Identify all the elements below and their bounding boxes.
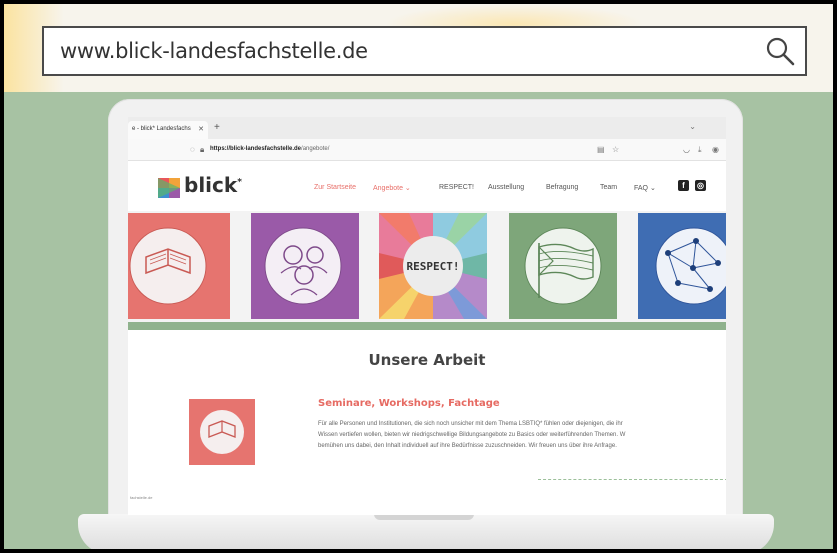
dashed-divider: [538, 479, 726, 480]
url-path: /angebote/: [301, 146, 330, 152]
logo-icon[interactable]: [158, 178, 180, 198]
shield-icon[interactable]: ◌: [190, 145, 195, 154]
account-icon[interactable]: ◉: [712, 145, 719, 154]
search-icon: [766, 37, 795, 66]
logo-word: blick: [184, 173, 238, 197]
card-thumbnail[interactable]: [189, 399, 255, 465]
logo-text[interactable]: blick*: [184, 173, 242, 197]
logo-asterisk: *: [237, 177, 242, 188]
card-text-line: Wissen vertiefen wollen, bieten wir nied…: [318, 432, 626, 438]
card-body: Für alle Personen und Institutionen, die…: [318, 419, 726, 452]
hero-tile-team[interactable]: [251, 213, 359, 319]
url-display-text: www.blick-landesfachstelle.de: [60, 39, 368, 63]
reader-icon[interactable]: ▤: [597, 145, 605, 154]
nav-respect[interactable]: RESPECT!: [439, 184, 474, 191]
card-text-line: bemühen uns dabei, den Inhalt individuel…: [318, 443, 617, 449]
hero-tile-ausstellung[interactable]: [509, 213, 617, 319]
laptop-screen: e - blick* Landesfachs ✕ + ⌄ ◌ 🔒︎ https:…: [128, 117, 726, 515]
nav-team[interactable]: Team: [600, 184, 617, 191]
facebook-icon[interactable]: f: [678, 180, 689, 191]
browser-addressbar: ◌ 🔒︎ https://blick-landesfachstelle.de/a…: [128, 139, 726, 161]
hero-strip: RESPECT!: [128, 211, 726, 323]
tab-title: e - blick* Landesfachs: [132, 126, 191, 132]
download-icon[interactable]: ⤓: [698, 145, 702, 155]
book-icon: [129, 227, 207, 305]
card-title[interactable]: Seminare, Workshops, Fachtage: [318, 398, 500, 409]
pocket-icon[interactable]: ◡: [683, 145, 690, 154]
hero-tile-seminare[interactable]: [128, 213, 230, 319]
section-title: Unsere Arbeit: [368, 351, 486, 369]
book-icon: [200, 410, 244, 454]
url-host: https://blick-landesfachstelle.de: [210, 146, 302, 152]
video-frame: www.blick-landesfachstelle.de e - blick*…: [4, 4, 833, 549]
site-header: blick* Zur Startseite Angebote ⌄ RESPECT…: [128, 161, 726, 211]
hero-tile-befragung[interactable]: [638, 213, 726, 319]
nav-zur-startseite[interactable]: Zur Startseite: [314, 184, 356, 191]
respect-label: RESPECT!: [406, 260, 460, 273]
close-icon[interactable]: ✕: [198, 125, 204, 133]
address-url[interactable]: https://blick-landesfachstelle.de/angebo…: [210, 146, 329, 152]
status-url: fachstelle.de: [130, 495, 153, 500]
nav-befragung[interactable]: Befragung: [546, 184, 578, 191]
flag-icon: [524, 227, 602, 305]
nav-faq[interactable]: FAQ ⌄: [634, 184, 656, 192]
hero-tile-respect[interactable]: RESPECT!: [379, 213, 487, 319]
people-icon: [264, 227, 342, 305]
nav-ausstellung[interactable]: Ausstellung: [488, 184, 524, 191]
new-tab-icon[interactable]: +: [214, 122, 220, 133]
instagram-icon[interactable]: ◎: [695, 180, 706, 191]
chevron-down-icon[interactable]: ⌄: [689, 122, 696, 131]
lock-icon[interactable]: 🔒︎: [200, 145, 204, 155]
browser-tab[interactable]: e - blick* Landesfachs ✕: [128, 121, 208, 139]
bookmark-star-icon[interactable]: ☆: [612, 145, 619, 154]
browser-tabbar: e - blick* Landesfachs ✕ + ⌄: [128, 117, 726, 139]
url-display-box: www.blick-landesfachstelle.de: [42, 26, 807, 76]
nav-angebote[interactable]: Angebote ⌄: [373, 184, 411, 192]
divider-bar: [128, 322, 726, 330]
card-text-line: Für alle Personen und Institutionen, die…: [318, 421, 623, 427]
network-icon: [655, 227, 726, 305]
